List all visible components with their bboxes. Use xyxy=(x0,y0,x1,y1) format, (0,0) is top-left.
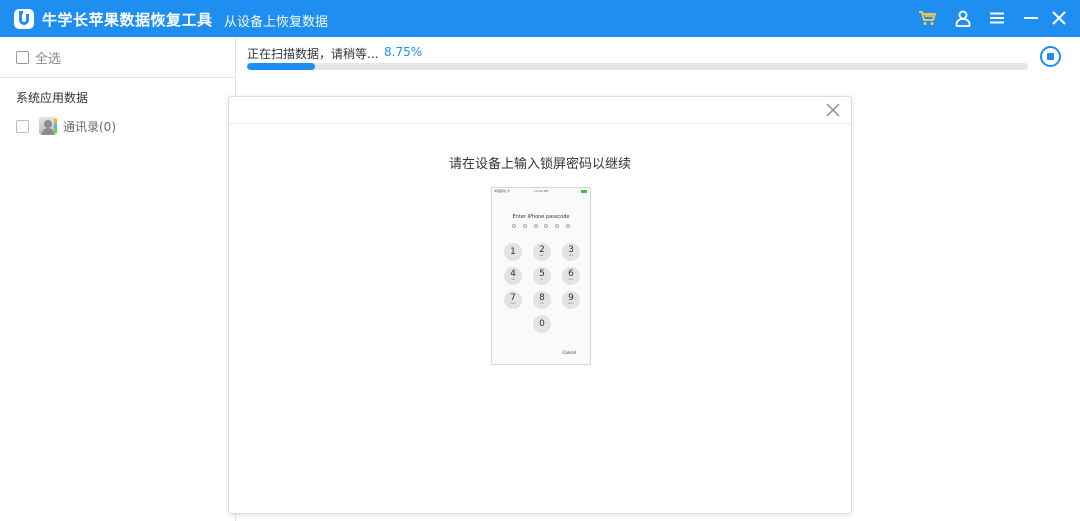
key-number: 6 xyxy=(568,269,574,279)
keypad-key-1: 1 xyxy=(504,243,522,261)
passcode-dot xyxy=(522,224,527,228)
key-number: 0 xyxy=(539,318,545,329)
passcode-dots xyxy=(512,224,570,228)
close-icon[interactable] xyxy=(1049,8,1069,28)
keypad-key-3: 3 DEF xyxy=(562,243,580,261)
key-number: 4 xyxy=(510,269,516,279)
dialog-close-icon[interactable] xyxy=(825,102,841,118)
cart-icon[interactable] xyxy=(917,8,937,28)
passcode-dot xyxy=(533,224,538,228)
phone-time: 12:00 PM xyxy=(534,189,548,193)
select-all-label: 全选 xyxy=(35,51,62,67)
keypad-key-7: 7 PQRS xyxy=(504,291,522,309)
phone-cancel: Cancel xyxy=(562,350,576,355)
key-letters: ABC xyxy=(539,255,545,257)
key-number: 2 xyxy=(539,245,545,255)
passcode-dot xyxy=(512,224,516,228)
passcode-dialog: 请在设备上输入锁屏密码以继续 中国移动 令 12:00 PM Enter iPh… xyxy=(228,96,852,514)
key-number: 1 xyxy=(510,246,516,257)
scan-percent: 8.75% xyxy=(384,45,423,59)
passcode-dot xyxy=(565,224,570,228)
progress-fill xyxy=(247,63,316,70)
phone-carrier: 中国移动 令 xyxy=(494,189,510,193)
section-title: 系统应用数据 xyxy=(16,91,89,105)
dialog-message: 请在设备上输入锁屏密码以继续 xyxy=(448,157,631,172)
keypad-key-6: 6 MNO xyxy=(562,267,580,285)
key-number: 7 xyxy=(510,293,516,303)
sidebar-item-contacts[interactable]: 通讯录(0) xyxy=(16,117,116,135)
user-icon[interactable] xyxy=(953,8,973,28)
scan-status-text: 正在扫描数据，请稍等... xyxy=(247,47,379,61)
dialog-header xyxy=(229,97,851,124)
key-number: 5 xyxy=(539,269,545,279)
phone-status-bar: 中国移动 令 12:00 PM xyxy=(492,188,590,196)
passcode-dot xyxy=(555,224,560,228)
select-all-checkbox[interactable] xyxy=(16,50,29,64)
stop-button[interactable] xyxy=(1040,46,1061,67)
keypad-key-8: 8 TUV xyxy=(533,291,551,309)
key-letters: TUV xyxy=(539,303,545,305)
contacts-icon xyxy=(39,117,57,135)
select-all-row[interactable]: 全选 xyxy=(0,37,236,78)
key-letters: PQRS xyxy=(510,303,516,305)
page-title: 从设备上恢复数据 xyxy=(224,15,329,30)
keypad-key-9: 9 WXYZ xyxy=(562,291,580,309)
key-number: 9 xyxy=(568,293,574,303)
phone-illustration: 中国移动 令 12:00 PM Enter iPhone passcode 12… xyxy=(491,187,591,365)
passcode-dot xyxy=(544,224,549,228)
phone-prompt: Enter iPhone passcode xyxy=(512,214,570,220)
app-logo xyxy=(14,9,34,29)
title-separator: - xyxy=(207,10,213,26)
key-letters: JKL xyxy=(540,279,544,281)
key-letters: MNO xyxy=(568,279,574,281)
title-bar: 牛学长苹果数据恢复工具 - 从设备上恢复数据 xyxy=(0,0,1080,37)
keypad-key-4: 4 GHI xyxy=(504,267,522,285)
stop-icon xyxy=(1047,53,1054,60)
menu-icon[interactable] xyxy=(987,8,1007,28)
key-letters: DEF xyxy=(569,255,573,257)
minimize-icon[interactable] xyxy=(1021,8,1041,28)
progress-bar xyxy=(247,63,1028,70)
key-letters: GHI xyxy=(511,279,515,281)
contacts-checkbox[interactable] xyxy=(16,119,29,133)
battery-icon xyxy=(581,190,587,193)
app-title: 牛学长苹果数据恢复工具 xyxy=(42,11,213,29)
key-number: 8 xyxy=(539,293,545,303)
keypad-key-2: 2 ABC xyxy=(533,243,551,261)
keypad-key-5: 5 JKL xyxy=(533,267,551,285)
key-letters: WXYZ xyxy=(568,303,574,305)
sidebar-item-label: 通讯录(0) xyxy=(63,119,116,134)
key-number: 3 xyxy=(568,245,574,255)
keypad-key-0: 0 xyxy=(533,315,551,333)
sidebar: 全选 系统应用数据 通讯录(0) xyxy=(0,37,236,521)
